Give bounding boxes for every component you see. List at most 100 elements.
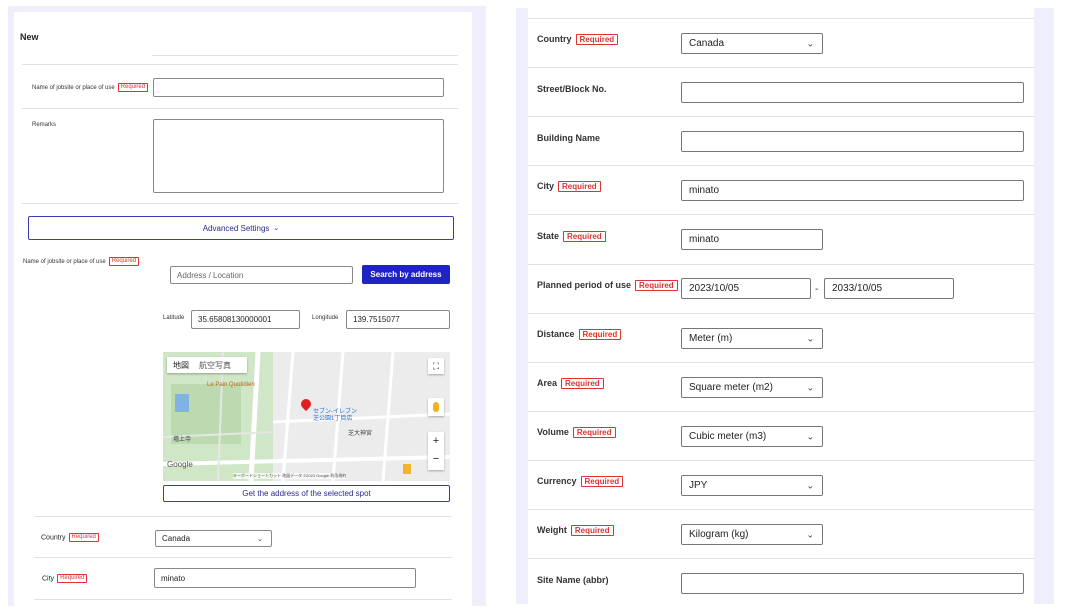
map-widget[interactable]: 地図 航空写真 ⛶ Le Pain Quotidien セブン-イレブン 芝公園… <box>163 352 450 481</box>
divider <box>528 165 1034 166</box>
required-badge: Required <box>561 378 604 390</box>
longitude-value: 139.7515077 <box>353 315 400 324</box>
map-type-toggle: 地図 航空写真 <box>167 357 247 373</box>
zoom-controls: + − <box>428 432 444 470</box>
state-label-text: State <box>537 231 560 241</box>
get-address-label: Get the address of the selected spot <box>242 489 371 498</box>
country-label: Country Required <box>41 533 99 542</box>
required-badge: Required <box>578 329 622 341</box>
chevron-down-icon: ⌄ <box>806 382 814 392</box>
address-input[interactable]: Address / Location <box>170 266 353 284</box>
state-input[interactable]: minato <box>681 229 823 250</box>
latitude-input[interactable]: 35.65808130000001 <box>191 310 300 329</box>
period-start-value: 2023/10/05 <box>689 283 740 294</box>
chevron-down-icon: ⌄ <box>806 38 814 48</box>
volume-label-text: Volume <box>537 427 569 437</box>
divider <box>528 214 1034 215</box>
required-badge: Required <box>68 533 99 542</box>
chevron-down-icon: ⌄ <box>257 535 263 543</box>
chevron-down-icon: ⌄ <box>806 333 814 343</box>
volume-select-value: Cubic meter (m3) <box>689 431 767 442</box>
get-address-button[interactable]: Get the address of the selected spot <box>163 485 450 502</box>
required-badge: Required <box>57 574 88 583</box>
area-select[interactable]: Square meter (m2) ⌄ <box>681 377 823 398</box>
country-select-value: Canada <box>162 534 191 543</box>
country-label: Country Required <box>537 34 619 46</box>
map-place-label: Le Pain Quotidien <box>207 382 255 388</box>
advanced-settings-label: Advanced Settings <box>202 223 270 233</box>
chevron-down-icon: ⌄ <box>273 225 280 232</box>
divider <box>528 362 1034 363</box>
divider <box>528 460 1034 461</box>
country-select[interactable]: Canada ⌄ <box>681 33 823 54</box>
pegman-icon[interactable] <box>428 398 444 416</box>
map-tab-map[interactable]: 地図 <box>167 360 195 371</box>
zoom-out-button[interactable]: − <box>428 450 444 468</box>
area-label: Area Required <box>537 378 604 390</box>
street-input[interactable] <box>681 82 1024 103</box>
building-input[interactable] <box>681 131 1024 152</box>
map-attribution: キーボードショートカット 地図データ ©2023 Google 利用規約 <box>233 473 347 479</box>
zoom-in-button[interactable]: + <box>428 432 444 450</box>
divider <box>22 108 458 109</box>
building-label: Building Name <box>537 133 601 143</box>
period-start-input[interactable]: 2023/10/05 <box>681 278 811 299</box>
divider <box>528 18 1034 19</box>
google-logo: Google <box>167 460 193 469</box>
distance-label-text: Distance <box>537 329 575 339</box>
divider <box>528 264 1034 265</box>
street-label: Street/Block No. <box>537 84 607 94</box>
period-end-input[interactable]: 2033/10/05 <box>824 278 954 299</box>
chevron-down-icon: ⌄ <box>806 529 814 539</box>
map-place-label: 芝大神宮 <box>348 431 373 437</box>
required-badge: Required <box>117 83 149 92</box>
map-tab-satellite[interactable]: 航空写真 <box>195 360 235 371</box>
volume-select[interactable]: Cubic meter (m3) ⌄ <box>681 426 823 447</box>
divider <box>34 516 452 517</box>
required-badge: Required <box>570 525 614 537</box>
city-input[interactable]: minato <box>154 568 416 588</box>
currency-label: Currency Required <box>537 476 624 488</box>
required-badge: Required <box>575 34 619 46</box>
longitude-label: Longitude <box>312 315 339 321</box>
required-badge: Required <box>580 476 624 488</box>
city-label-text: City <box>537 181 555 191</box>
required-badge: Required <box>558 181 601 193</box>
fullscreen-icon[interactable]: ⛶ <box>428 358 444 374</box>
period-label: Planned period of use Required <box>537 280 678 292</box>
chevron-down-icon: ⌄ <box>806 431 814 441</box>
required-badge: Required <box>563 231 606 243</box>
currency-select[interactable]: JPY ⌄ <box>681 475 823 496</box>
site-name-input[interactable] <box>681 573 1024 594</box>
state-label: State Required <box>537 231 606 243</box>
currency-select-value: JPY <box>689 480 708 491</box>
period-end-value: 2033/10/05 <box>832 283 883 294</box>
country-select[interactable]: Canada ⌄ <box>155 530 272 547</box>
jobsite-name-input[interactable] <box>153 78 444 97</box>
area-select-value: Square meter (m2) <box>689 382 773 393</box>
weight-label-text: Weight <box>537 525 567 535</box>
remarks-label: Remarks <box>32 122 57 128</box>
city-input[interactable]: minato <box>681 180 1024 201</box>
divider <box>528 116 1034 117</box>
jobsite-label-text: Name of jobsite or place of use <box>32 85 115 92</box>
latitude-value: 35.65808130000001 <box>198 315 272 324</box>
remarks-textarea[interactable] <box>153 119 444 193</box>
divider <box>528 67 1034 68</box>
divider <box>528 558 1034 559</box>
search-by-address-button[interactable]: Search by address <box>362 265 450 284</box>
city-label: City Required <box>537 181 601 193</box>
weight-select[interactable]: Kilogram (kg) ⌄ <box>681 524 823 545</box>
longitude-input[interactable]: 139.7515077 <box>346 310 450 329</box>
divider <box>528 411 1034 412</box>
country-label-text: Country <box>41 534 66 542</box>
period-label-text: Planned period of use <box>537 280 632 290</box>
weight-select-value: Kilogram (kg) <box>689 529 749 540</box>
advanced-settings-button[interactable]: Advanced Settings ⌄ <box>28 216 454 240</box>
city-input-value: minato <box>689 185 720 196</box>
state-input-value: minato <box>689 234 720 245</box>
distance-select-value: Meter (m) <box>689 333 733 344</box>
currency-label-text: Currency <box>537 476 577 486</box>
distance-select[interactable]: Meter (m) ⌄ <box>681 328 823 349</box>
city-label: City Required <box>42 574 88 583</box>
